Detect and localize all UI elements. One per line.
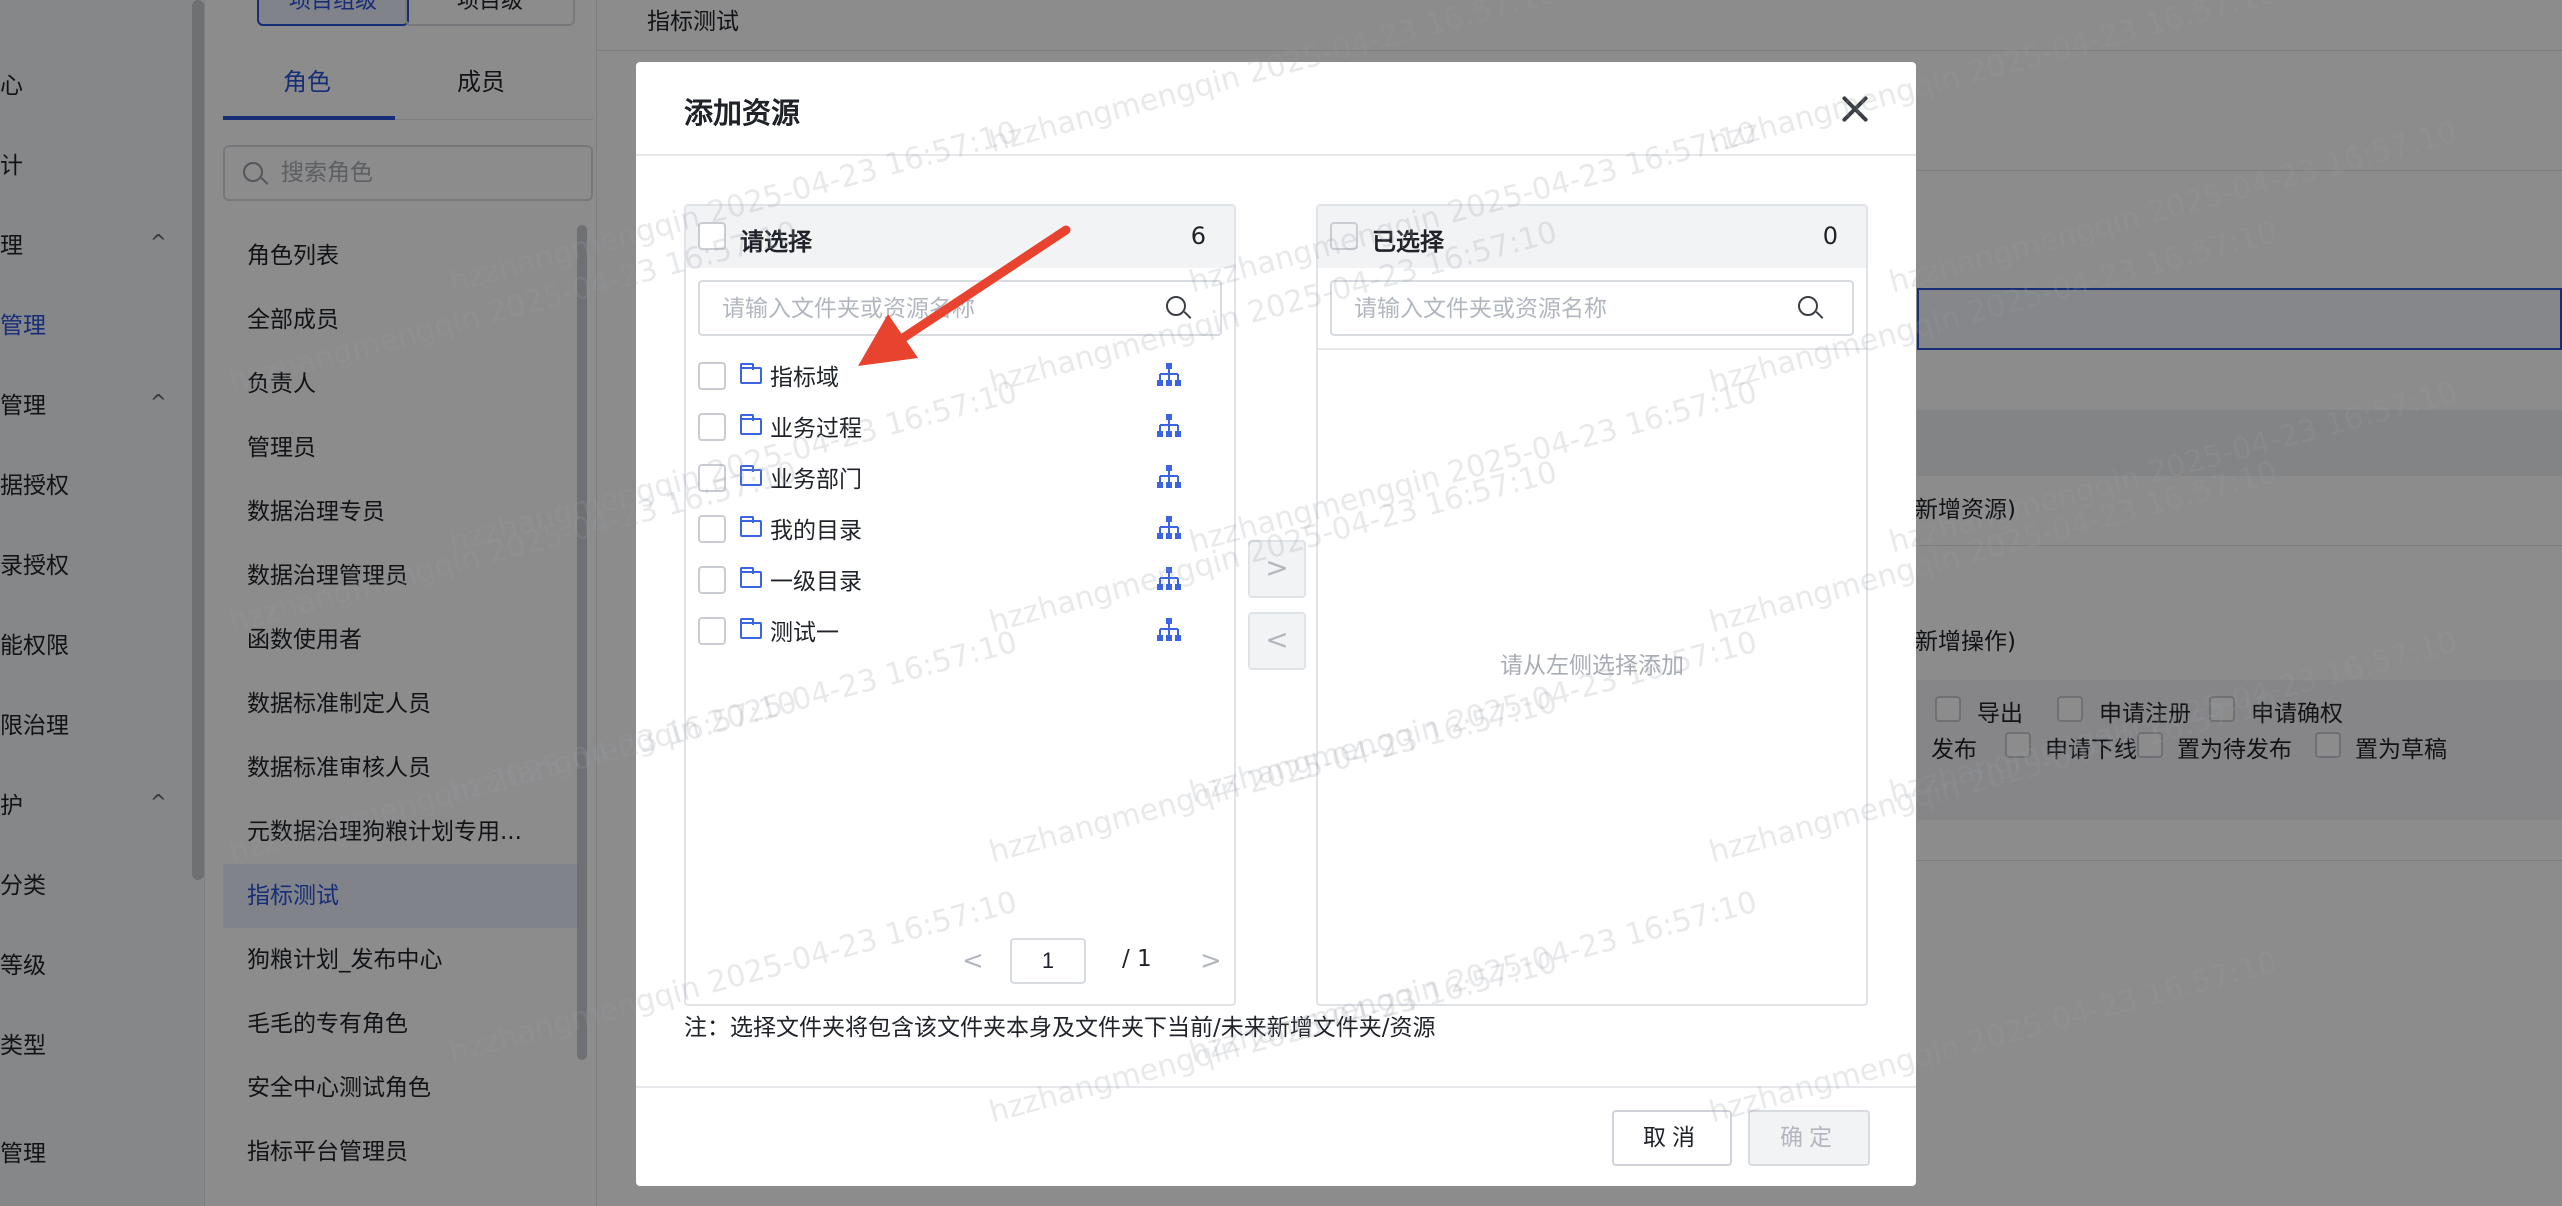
target-list-divider — [1318, 348, 1866, 350]
hierarchy-icon[interactable] — [1156, 362, 1182, 388]
target-count: 0 — [1822, 222, 1838, 250]
source-panel-title: 请选择 — [740, 228, 812, 256]
source-panel-header: 请选择 6 — [686, 206, 1234, 268]
move-right-button[interactable]: > — [1248, 540, 1306, 598]
source-count: 6 — [1190, 222, 1206, 250]
item-checkbox[interactable] — [698, 413, 726, 441]
folder-icon — [740, 516, 762, 537]
move-left-button[interactable]: < — [1248, 612, 1306, 670]
source-list-item[interactable]: 测试一 — [686, 605, 1234, 656]
folder-icon — [740, 618, 762, 639]
source-list-item[interactable]: 业务部门 — [686, 452, 1234, 503]
source-list-item[interactable]: 指标域 — [686, 350, 1234, 401]
item-checkbox[interactable] — [698, 617, 726, 645]
dialog-title: 添加资源 — [684, 96, 801, 130]
item-label: 我的目录 — [770, 518, 862, 544]
select-all-checkbox[interactable] — [698, 222, 726, 250]
hierarchy-icon[interactable] — [1156, 413, 1182, 439]
item-checkbox[interactable] — [698, 566, 726, 594]
item-checkbox[interactable] — [698, 515, 726, 543]
item-label: 业务过程 — [770, 416, 862, 442]
folder-icon — [740, 414, 762, 435]
next-page-button[interactable]: > — [1200, 946, 1222, 976]
item-label: 一级目录 — [770, 569, 862, 595]
select-all-selected-checkbox[interactable] — [1330, 222, 1358, 250]
search-icon[interactable] — [1798, 296, 1818, 316]
page-number-input[interactable] — [1010, 938, 1086, 984]
folder-icon — [740, 465, 762, 486]
folder-icon — [740, 363, 762, 384]
hierarchy-icon[interactable] — [1156, 617, 1182, 643]
cancel-button[interactable]: 取消 — [1612, 1110, 1732, 1166]
prev-page-button[interactable]: < — [962, 946, 984, 976]
page-total: / 1 — [1122, 946, 1152, 972]
folder-icon — [740, 567, 762, 588]
source-panel: 请选择 6 指标域业务过程业务部门我的目录一级目录测试一 < / 1 > — [684, 204, 1236, 1006]
source-list-item[interactable]: 业务过程 — [686, 401, 1234, 452]
confirm-button[interactable]: 确定 — [1748, 1110, 1870, 1166]
item-checkbox[interactable] — [698, 362, 726, 390]
target-panel-header: 已选择 0 — [1318, 206, 1866, 268]
item-label: 业务部门 — [770, 467, 862, 493]
source-list-item[interactable]: 一级目录 — [686, 554, 1234, 605]
source-list-item[interactable]: 我的目录 — [686, 503, 1234, 554]
close-icon[interactable] — [1836, 90, 1874, 128]
hierarchy-icon[interactable] — [1156, 464, 1182, 490]
target-search-input[interactable] — [1330, 280, 1854, 336]
add-resource-dialog: 添加资源 请选择 6 指标域业务过程业务部门我的目录一级目录测试一 < / 1 … — [636, 62, 1916, 1186]
dialog-header-divider — [636, 154, 1916, 156]
item-checkbox[interactable] — [698, 464, 726, 492]
folder-note: 注：选择文件夹将包含该文件夹本身及文件夹下当前/未来新增文件夹/资源 — [684, 1015, 1436, 1041]
source-search-input[interactable] — [698, 280, 1222, 336]
target-panel-title: 已选择 — [1372, 228, 1444, 256]
target-panel: 已选择 0 请从左侧选择添加 — [1316, 204, 1868, 1006]
hierarchy-icon[interactable] — [1156, 566, 1182, 592]
empty-state-text: 请从左侧选择添加 — [1500, 653, 1684, 679]
hierarchy-icon[interactable] — [1156, 515, 1182, 541]
dialog-footer-divider — [636, 1086, 1916, 1088]
item-label: 测试一 — [770, 620, 839, 646]
search-icon[interactable] — [1166, 296, 1186, 316]
item-label: 指标域 — [770, 365, 839, 391]
